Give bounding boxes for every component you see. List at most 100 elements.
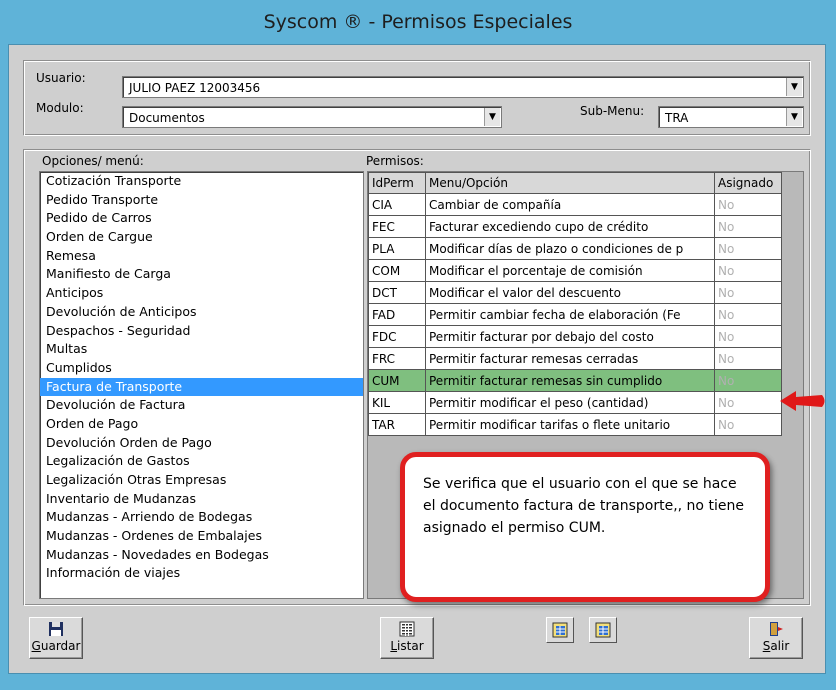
cell-menu: Permitir facturar remesas sin cumplido — [425, 369, 715, 392]
list-item[interactable]: Pedido Transporte — [40, 191, 363, 210]
cell-menu: Permitir modificar el peso (cantidad) — [425, 391, 715, 414]
permisos-label: Permisos: — [366, 154, 424, 168]
table-row[interactable]: COM Modificar el porcentaje de comisión No — [368, 259, 782, 282]
paste-permisos-button[interactable] — [589, 617, 617, 643]
cell-idperm: FEC — [368, 215, 426, 238]
opciones-listbox[interactable]: Cotización Transporte Pedido Transporte Pe… — [39, 171, 364, 599]
col-header-idperm[interactable]: IdPerm — [368, 172, 426, 194]
list-item[interactable]: Legalización Otras Empresas — [40, 471, 363, 490]
table-row[interactable]: DCT Modificar el valor del descuento No — [368, 281, 782, 304]
cell-menu: Modificar días de plazo o condiciones de… — [425, 237, 715, 260]
cell-idperm: DCT — [368, 281, 426, 304]
list-item[interactable]: Mudanzas - Ordenes de Embalajes — [40, 527, 363, 546]
list-item[interactable]: Legalización de Gastos — [40, 452, 363, 471]
table-row[interactable]: CUM Permitir facturar remesas sin cumplid… — [368, 369, 782, 392]
table-row[interactable]: KIL Permitir modificar el peso (cantidad)… — [368, 391, 782, 414]
cell-idperm: FRC — [368, 347, 426, 370]
list-item[interactable]: Cotización Transporte — [40, 172, 363, 191]
list-item[interactable]: Mudanzas - Arriendo de Bodegas — [40, 508, 363, 527]
list-item[interactable]: Anticipos — [40, 284, 363, 303]
col-header-asignado[interactable]: Asignado — [714, 172, 782, 194]
table-row[interactable]: CIA Cambiar de compañía No — [368, 193, 782, 216]
table-row[interactable]: FDC Permitir facturar por debajo del cost… — [368, 325, 782, 348]
table-row[interactable]: FEC Facturar excediendo cupo de crédito No — [368, 215, 782, 238]
list-item[interactable]: Despachos - Seguridad — [40, 322, 363, 341]
list-item[interactable]: Pedido de Carros — [40, 209, 363, 228]
cell-menu: Facturar excediendo cupo de crédito — [425, 215, 715, 238]
submenu-value: TRA — [665, 111, 689, 125]
list-item[interactable]: Manifiesto de Carga — [40, 265, 363, 284]
salir-label: Salir — [762, 639, 790, 653]
cell-idperm: FDC — [368, 325, 426, 348]
cell-idperm: FAD — [368, 303, 426, 326]
list-item[interactable]: Información de viajes — [40, 564, 363, 583]
cell-menu: Modificar el valor del descuento — [425, 281, 715, 304]
list-item[interactable]: Orden de Pago — [40, 415, 363, 434]
cell-asignado: No — [714, 413, 782, 436]
cell-menu: Permitir cambiar fecha de elaboración (F… — [425, 303, 715, 326]
col-header-menu[interactable]: Menu/Opción — [425, 172, 715, 194]
annotation-callout: Se verifica que el usuario con el que se… — [400, 452, 770, 602]
cell-asignado: No — [714, 281, 782, 304]
cell-idperm: PLA — [368, 237, 426, 260]
list-item[interactable]: Multas — [40, 340, 363, 359]
listar-button[interactable]: Listar — [380, 617, 434, 659]
submenu-dropdown-arrow-icon[interactable]: ▼ — [786, 108, 802, 126]
cell-idperm: TAR — [368, 413, 426, 436]
opciones-label: Opciones/ menú: — [42, 154, 144, 168]
salir-button[interactable]: Salir — [749, 617, 803, 659]
modulo-dropdown-arrow-icon[interactable]: ▼ — [484, 108, 500, 126]
table-row[interactable]: FAD Permitir cambiar fecha de elaboración… — [368, 303, 782, 326]
table-row[interactable]: PLA Modificar días de plazo o condiciones… — [368, 237, 782, 260]
floppy-disk-icon — [49, 622, 63, 636]
list-item[interactable]: Mudanzas - Novedades en Bodegas — [40, 546, 363, 565]
cell-menu: Permitir facturar por debajo del costo — [425, 325, 715, 348]
cell-idperm: CUM — [368, 369, 426, 392]
cell-asignado: No — [714, 215, 782, 238]
guardar-label: Guardar — [31, 639, 81, 653]
list-item[interactable]: Orden de Cargue — [40, 228, 363, 247]
cell-menu: Modificar el porcentaje de comisión — [425, 259, 715, 282]
exit-door-icon — [770, 622, 783, 636]
copy-permisos-button[interactable] — [546, 617, 574, 643]
table-row[interactable]: TAR Permitir modificar tarifas o flete un… — [368, 413, 782, 436]
modulo-combo[interactable]: Documentos ▼ — [122, 106, 502, 128]
listar-label: Listar — [390, 639, 424, 653]
list-item[interactable]: Devolución de Factura — [40, 396, 363, 415]
usuario-label: Usuario: — [36, 71, 86, 85]
permisos-header-row: IdPerm Menu/Opción Asignado — [368, 172, 782, 194]
cell-asignado: No — [714, 325, 782, 348]
guardar-button[interactable]: Guardar — [29, 617, 83, 659]
cell-asignado: No — [714, 237, 782, 260]
usuario-dropdown-arrow-icon[interactable]: ▼ — [786, 78, 802, 96]
cell-idperm: KIL — [368, 391, 426, 414]
usuario-value: JULIO PAEZ 12003456 — [129, 81, 261, 95]
cell-asignado: No — [714, 347, 782, 370]
submenu-combo[interactable]: TRA ▼ — [658, 106, 804, 128]
cell-menu: Permitir modificar tarifas o flete unita… — [425, 413, 715, 436]
list-item[interactable]: Factura de Transporte — [40, 377, 363, 397]
list-item[interactable]: Inventario de Mudanzas — [40, 490, 363, 509]
cell-asignado: No — [714, 259, 782, 282]
cell-idperm: CIA — [368, 193, 426, 216]
cell-idperm: COM — [368, 259, 426, 282]
table-row[interactable]: FRC Permitir facturar remesas cerradas No — [368, 347, 782, 370]
clipboard-grid-icon — [552, 622, 568, 638]
user-module-group: Usuario: JULIO PAEZ 12003456 ▼ Modulo: D… — [23, 60, 811, 136]
permisos-table: IdPerm Menu/Opción Asignado CIA Cambiar d… — [368, 172, 782, 436]
app-window: Syscom ® - Permisos Especiales Usuario: … — [0, 0, 836, 690]
list-item[interactable]: Cumplidos — [40, 359, 363, 378]
list-item[interactable]: Devolución de Anticipos — [40, 303, 363, 322]
list-icon — [399, 621, 415, 637]
cell-asignado: No — [714, 391, 782, 414]
list-item[interactable]: Remesa — [40, 247, 363, 266]
modulo-label: Modulo: — [36, 101, 84, 115]
red-arrow-icon — [780, 391, 825, 411]
cell-asignado: No — [714, 193, 782, 216]
list-item[interactable]: Devolución Orden de Pago — [40, 434, 363, 453]
usuario-combo[interactable]: JULIO PAEZ 12003456 ▼ — [122, 76, 804, 98]
cell-menu: Cambiar de compañía — [425, 193, 715, 216]
cell-asignado: No — [714, 369, 782, 392]
modulo-value: Documentos — [129, 111, 205, 125]
clipboard-grid-icon — [595, 622, 611, 638]
